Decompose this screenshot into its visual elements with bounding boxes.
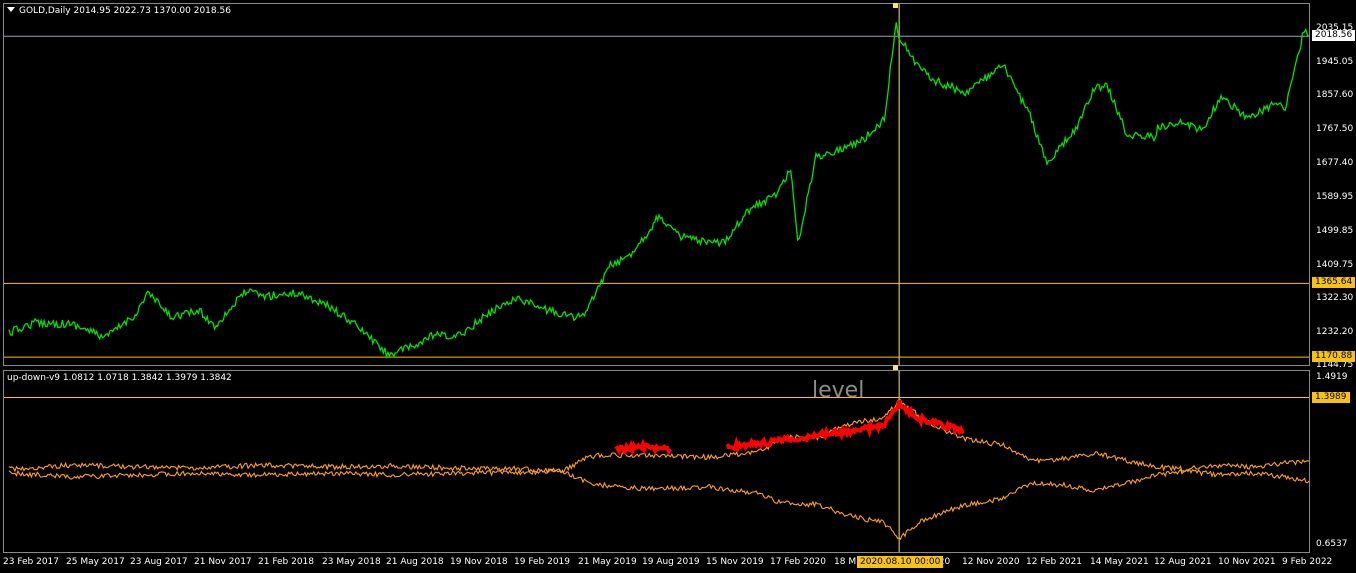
- time-axis-tick: 23 May 2018: [322, 557, 381, 567]
- price-chart-title: GOLD,Daily 2014.95 2022.73 1370.00 2018.…: [7, 6, 231, 16]
- time-axis-tick: 21 Nov 2017: [194, 557, 252, 567]
- indicator-level-badge: 1.3989: [1312, 391, 1350, 403]
- price-axis-tick: 1945.05: [1316, 57, 1354, 68]
- time-axis-tick: 23 Aug 2017: [130, 557, 188, 567]
- time-axis-tick: 21 Aug 2018: [386, 557, 444, 567]
- time-axis-tick: 19 Nov 2018: [450, 557, 508, 567]
- highlight-segment-2: [725, 399, 965, 454]
- price-axis-tick: 1499.85: [1316, 225, 1354, 236]
- price-series-line: [8, 22, 1309, 360]
- time-axis-tick: 19 Feb 2019: [514, 557, 571, 567]
- indicator-series-1: [8, 399, 1309, 474]
- price-axis-tick: 1677.40: [1316, 158, 1354, 169]
- time-axis-tick: 9 Feb 2022: [1282, 557, 1333, 567]
- indicator-axis-tick: 1.4919: [1316, 372, 1348, 382]
- indicator-pane[interactable]: up-down-v9 1.0812 1.0718 1.3842 1.3979 1…: [3, 370, 1310, 553]
- level-annotation: level: [812, 378, 865, 403]
- time-axis-tick: 12 Nov 2020: [962, 557, 1020, 567]
- time-axis-tick: 25 May 2017: [66, 557, 125, 567]
- crosshair-mid-marker[interactable]: [893, 365, 898, 370]
- time-axis-tick: 19 Aug 2019: [642, 557, 700, 567]
- dropdown-triangle-icon[interactable]: [7, 7, 15, 12]
- crosshair-time-badge: 2020.08.10 00:00: [857, 556, 944, 568]
- level-price-badge: 1365.64: [1312, 277, 1356, 289]
- price-axis-tick: 1322.30: [1316, 292, 1354, 303]
- price-chart-pane[interactable]: GOLD,Daily 2014.95 2022.73 1370.00 2018.…: [3, 3, 1310, 366]
- time-axis-tick: 17 Feb 2020: [770, 557, 827, 567]
- time-axis-tick: 10 Nov 2021: [1218, 557, 1276, 567]
- level-price-badge: 1170.88: [1312, 351, 1356, 363]
- time-axis-tick: 23 Feb 2017: [3, 557, 60, 567]
- crosshair-top-marker[interactable]: [893, 3, 898, 8]
- price-axis-tick: 1767.50: [1316, 124, 1354, 135]
- price-axis-tick: 1589.95: [1316, 191, 1354, 202]
- highlight-segment-1: [614, 438, 672, 457]
- indicator-svg: [4, 371, 1309, 552]
- price-axis-tick: 1232.20: [1316, 326, 1354, 337]
- time-axis-tick: 21 May 2019: [578, 557, 637, 567]
- chart-window: GOLD,Daily 2014.95 2022.73 1370.00 2018.…: [0, 0, 1356, 573]
- price-chart-svg: [4, 4, 1309, 365]
- time-axis-tick: 15 Nov 2019: [706, 557, 764, 567]
- indicator-axis-tick: 0.6537: [1316, 539, 1348, 549]
- price-axis-tick: 1409.75: [1316, 259, 1354, 270]
- time-axis-tick: 12 Aug 2021: [1154, 557, 1212, 567]
- time-axis-tick: 21 Feb 2018: [258, 557, 315, 567]
- time-axis-tick: 12 Feb 2021: [1026, 557, 1083, 567]
- time-axis-tick: 14 May 2021: [1090, 557, 1149, 567]
- current-price-badge: 2018.56: [1312, 30, 1356, 42]
- time-axis-tick: 18 M: [834, 557, 857, 567]
- indicator-title: up-down-v9 1.0812 1.0718 1.3842 1.3979 1…: [7, 373, 232, 383]
- indicator-series-2: [8, 468, 1309, 541]
- price-axis-tick: 1857.60: [1316, 90, 1354, 101]
